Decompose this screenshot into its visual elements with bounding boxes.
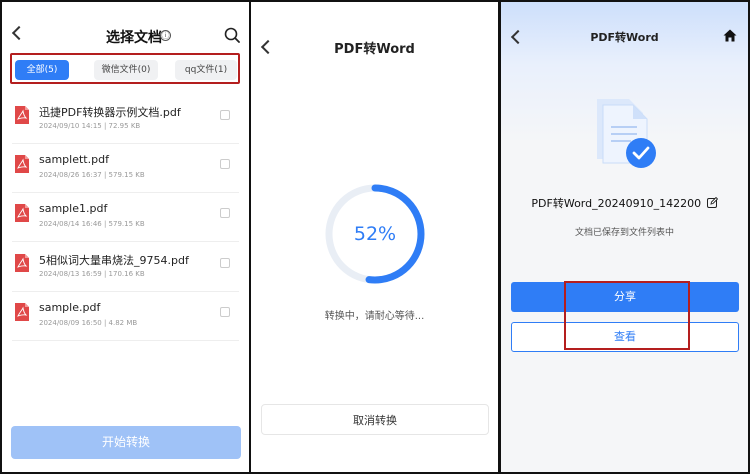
file-source-tabs: 全部(5) 微信文件(0) qq文件(1) xyxy=(10,53,240,84)
screenshot-collage: 选择文档 ⓘ 全部(5) 微信文件(0) qq文件(1) 迅捷PDF转换器示例文… xyxy=(0,0,750,474)
file-checkbox[interactable] xyxy=(220,159,230,169)
file-checkbox[interactable] xyxy=(220,110,230,120)
file-meta: 2024/08/09 16:50 | 4.82 MB xyxy=(39,319,138,327)
tab-qq-files[interactable]: qq文件(1) xyxy=(175,60,237,80)
cancel-convert-button[interactable]: 取消转换 xyxy=(261,404,489,435)
divider xyxy=(12,192,239,193)
file-meta: 2024/08/26 16:37 | 579.15 KB xyxy=(39,171,145,179)
file-name: samplett.pdf xyxy=(39,153,109,166)
file-meta: 2024/09/10 14:15 | 72.95 KB xyxy=(39,122,141,130)
file-name: 迅捷PDF转换器示例文档.pdf xyxy=(39,106,181,119)
file-name: sample1.pdf xyxy=(39,202,108,215)
home-icon[interactable] xyxy=(723,29,737,42)
file-list-item[interactable]: samplett.pdf 2024/08/26 16:37 | 579.15 K… xyxy=(2,145,249,193)
file-meta: 2024/08/14 16:46 | 579.15 KB xyxy=(39,220,145,228)
file-meta: 2024/08/13 16:59 | 170.16 KB xyxy=(39,270,145,278)
divider xyxy=(12,143,239,144)
highlight-frame xyxy=(564,281,690,350)
pdf-file-icon xyxy=(15,303,29,321)
file-list-item[interactable]: 5相似词大量串烧法_9754.pdf 2024/08/13 16:59 | 17… xyxy=(2,244,249,292)
progress-percent: 52% xyxy=(353,223,397,245)
file-list-item[interactable]: sample.pdf 2024/08/09 16:50 | 4.82 MB xyxy=(2,293,249,341)
file-name: sample.pdf xyxy=(39,301,101,314)
file-name: 5相似词大量串烧法_9754.pdf xyxy=(39,254,189,267)
pdf-file-icon xyxy=(15,155,29,173)
divider xyxy=(12,241,239,242)
file-list-item[interactable]: sample1.pdf 2024/08/14 16:46 | 579.15 KB xyxy=(2,194,249,242)
converting-status: 转换中，请耐心等待... xyxy=(324,311,425,322)
pdf-file-icon xyxy=(15,254,29,272)
search-icon[interactable] xyxy=(224,27,240,43)
output-file-name-text: PDF转Word_20240910_142200 xyxy=(531,197,702,210)
pdf-file-icon xyxy=(15,204,29,222)
divider xyxy=(12,291,239,292)
page-title: 选择文档 xyxy=(106,30,162,46)
edit-icon[interactable] xyxy=(706,197,718,208)
file-checkbox[interactable] xyxy=(220,208,230,218)
saved-message: 文档已保存到文件列表中 xyxy=(574,228,674,238)
header: 选择文档 ⓘ xyxy=(2,2,249,54)
info-icon[interactable]: ⓘ xyxy=(160,30,171,41)
output-file-name: PDF转Word_20240910_142200 xyxy=(501,195,748,211)
tab-all[interactable]: 全部(5) xyxy=(15,60,69,80)
file-list-item[interactable]: 迅捷PDF转换器示例文档.pdf 2024/09/10 14:15 | 72.9… xyxy=(2,96,249,144)
select-document-screen: 选择文档 ⓘ 全部(5) 微信文件(0) qq文件(1) 迅捷PDF转换器示例文… xyxy=(2,2,249,472)
file-checkbox[interactable] xyxy=(220,258,230,268)
file-checkbox[interactable] xyxy=(220,307,230,317)
page-title: PDF转Word xyxy=(334,42,415,57)
start-convert-button[interactable]: 开始转换 xyxy=(11,426,241,459)
converting-screen: PDF转Word 52% 转换中，请耐心等待... 取消转换 xyxy=(251,2,498,472)
document-success-icon xyxy=(597,99,656,168)
divider xyxy=(12,340,239,341)
back-arrow-icon[interactable] xyxy=(11,25,27,41)
tab-wechat-files[interactable]: 微信文件(0) xyxy=(94,60,158,80)
convert-result-screen: PDF转Word PDF转Word_20240910_142200 文档已保存到… xyxy=(501,2,748,472)
pdf-file-icon xyxy=(15,106,29,124)
page-title: PDF转Word xyxy=(590,31,659,44)
